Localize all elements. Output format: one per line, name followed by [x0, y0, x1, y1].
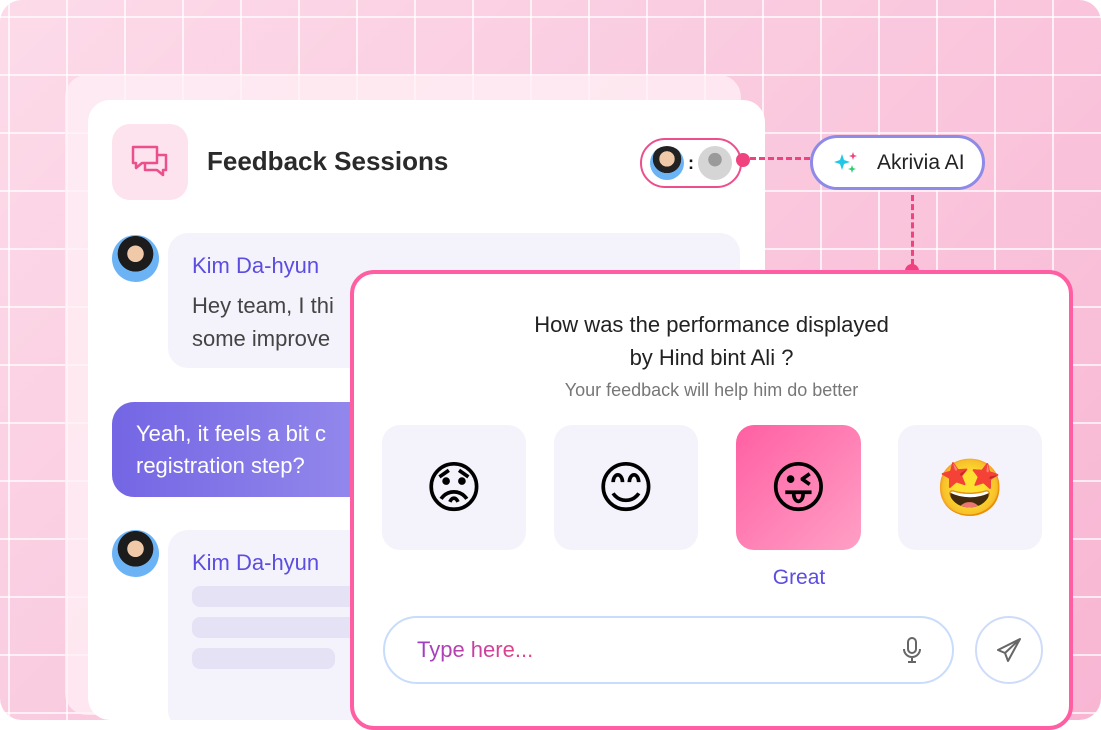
avatar [650, 146, 684, 180]
worried-face-icon: 😟 [424, 455, 484, 519]
connector-dot [736, 153, 750, 167]
akrivia-ai-label: Akrivia AI [877, 150, 965, 174]
feedback-question: How was the performance displayed by Hin… [534, 312, 889, 370]
chat-bubbles-icon [112, 124, 188, 200]
akrivia-ai-button[interactable]: Akrivia AI [810, 135, 985, 190]
avatar [112, 530, 159, 577]
feedback-panel: How was the performance displayed by Hin… [350, 270, 1073, 730]
avatar [698, 146, 732, 180]
connector-line [911, 195, 914, 265]
microphone-icon[interactable] [902, 636, 922, 664]
smiling-face-icon: 😊 [596, 455, 656, 519]
rating-option-great[interactable]: 😜 [736, 425, 861, 550]
participants-chip[interactable]: : [640, 138, 742, 188]
sparkles-icon [834, 151, 857, 173]
selected-rating-label: Great [772, 566, 826, 589]
page-title: Feedback Sessions [207, 146, 449, 176]
send-button[interactable] [975, 616, 1043, 684]
star-struck-face-icon: 🤩 [935, 455, 1005, 519]
connector-line [750, 157, 810, 160]
separator: : [688, 152, 694, 173]
send-icon [997, 638, 1021, 662]
feedback-input[interactable]: Type here... [383, 616, 954, 684]
placeholder-line [192, 648, 335, 669]
feedback-subtitle: Your feedback will help him do better [564, 380, 859, 400]
winking-face-icon: 😜 [769, 455, 828, 519]
rating-option-star-struck[interactable]: 🤩 [898, 425, 1042, 550]
avatar [112, 235, 159, 282]
rating-option-worried[interactable]: 😟 [382, 425, 526, 550]
rating-option-smiling[interactable]: 😊 [554, 425, 698, 550]
input-placeholder: Type here... [417, 637, 534, 662]
